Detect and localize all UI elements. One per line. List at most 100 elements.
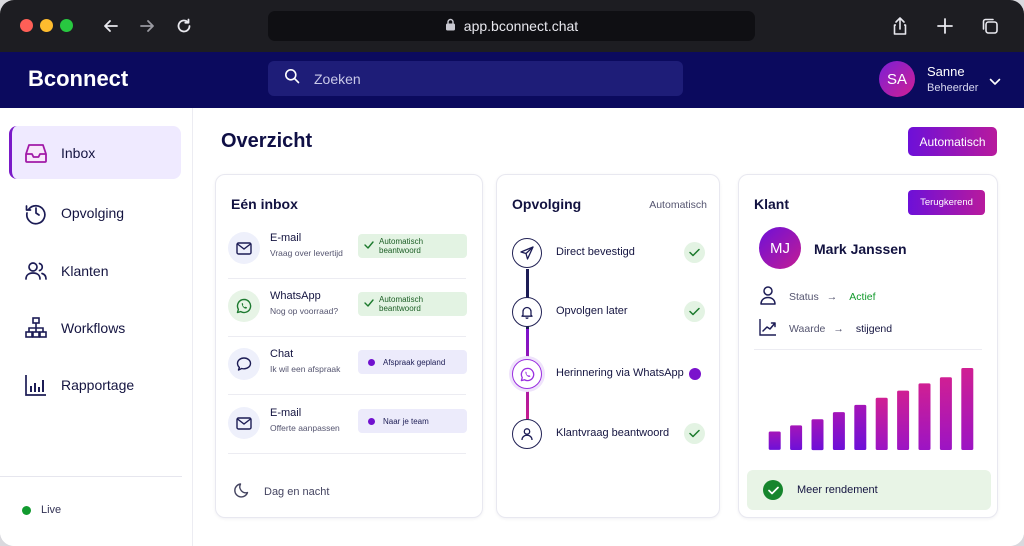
users-icon (23, 258, 49, 284)
check-icon (684, 423, 705, 444)
status-badge: Naar je team (358, 409, 467, 433)
terugkerend-badge[interactable]: Terugkerend (908, 190, 985, 215)
forward-arrow-icon[interactable] (135, 14, 159, 38)
followup-step[interactable]: Direct bevestigd (512, 238, 708, 270)
list-item[interactable]: E-mail Offerte aanpassen Naar je team (228, 396, 467, 454)
followup-step[interactable]: Opvolgen later (512, 297, 708, 329)
status-text: Automatisch beantwoord (379, 295, 424, 313)
followup-card: Opvolging Automatisch Direct bevestigd O… (496, 174, 720, 518)
status-badge: Automatisch beantwoord (358, 234, 467, 258)
share-icon[interactable] (888, 14, 912, 38)
inbox-message: Offerte aanpassen (270, 423, 340, 433)
sidebar-item-inbox[interactable]: Inbox (9, 126, 181, 179)
workflow-icon (23, 315, 49, 341)
followup-step[interactable]: Klantvraag beantwoord (512, 419, 708, 451)
sidebar-item-opvolging[interactable]: Opvolging (9, 186, 181, 239)
rendement-label: Meer rendement (797, 484, 878, 496)
status-text: Automatisch beantwoord (379, 237, 424, 255)
customer-card-title: Klant (754, 196, 789, 212)
new-tab-plus-icon[interactable] (933, 14, 957, 38)
inbox-channel: E-mail (270, 407, 302, 419)
inbox-card-title: Eén inbox (231, 196, 298, 212)
address-bar[interactable]: app.bconnect.chat (268, 11, 755, 41)
chart-bar (961, 368, 974, 450)
step-label: Klantvraag beantwoord (556, 427, 670, 439)
search-icon (284, 68, 300, 89)
url-text: app.bconnect.chat (463, 18, 579, 34)
step-label: Direct bevestigd (556, 246, 635, 258)
maximize-window-button[interactable] (60, 19, 73, 32)
list-item[interactable]: WhatsApp Nog op voorraad? Automatisch be… (228, 279, 467, 337)
customer-value-row: Waarde → stijgend (759, 318, 892, 339)
close-window-button[interactable] (20, 19, 33, 32)
whatsapp-icon (228, 290, 260, 322)
brand-logo[interactable]: Bconnect (28, 66, 128, 92)
status-text: Afspraak gepland (383, 357, 446, 367)
sidebar-item-label: Inbox (61, 144, 96, 161)
check-icon (684, 242, 705, 263)
list-item[interactable]: E-mail Vraag over levertijd Automatisch … (228, 221, 467, 279)
sidebar-divider (0, 476, 182, 477)
bar-chart-icon (23, 372, 49, 398)
step-label: Opvolgen later (556, 305, 628, 317)
chat-icon (228, 348, 260, 380)
sidebar-item-klanten[interactable]: Klanten (9, 244, 181, 297)
search-bar[interactable] (268, 61, 683, 96)
status-dot-icon (368, 417, 375, 425)
trend-up-icon (759, 318, 777, 339)
user-menu[interactable]: SA Sanne Beheerder (879, 61, 1001, 97)
status-badge: Afspraak gepland (358, 350, 467, 374)
check-circle-icon (763, 480, 783, 500)
tabs-overview-icon[interactable] (978, 14, 1002, 38)
live-status-label: Live (41, 504, 62, 516)
customer-card: Klant Terugkerend MJ Mark Janssen Status… (738, 174, 998, 518)
chart-bar (875, 397, 888, 450)
status-text: Naar je team (383, 416, 429, 426)
browser-toolbar: app.bconnect.chat (0, 0, 1024, 52)
value-value: stijgend (855, 322, 893, 335)
chart-bar (854, 404, 867, 450)
chevron-down-icon[interactable] (989, 73, 1001, 91)
user-icon (512, 419, 542, 449)
whatsapp-icon (512, 359, 542, 389)
page-title: Overzicht (221, 130, 313, 152)
sidebar-item-workflows[interactable]: Workflows (9, 301, 181, 354)
chart-bar (790, 425, 803, 450)
check-icon (364, 299, 374, 309)
chart-bar (918, 383, 931, 450)
avatar[interactable]: SA (879, 61, 915, 97)
sidebar-item-rapportage[interactable]: Rapportage (9, 358, 181, 411)
lock-icon (445, 18, 456, 34)
minimize-window-button[interactable] (40, 19, 53, 32)
clock-icon (23, 200, 49, 226)
customer-avatar: MJ (759, 227, 801, 269)
right-arrow-icon: → (833, 322, 844, 335)
search-input[interactable] (314, 70, 654, 87)
step-label: Herinnering via WhatsApp (556, 367, 684, 379)
bell-icon (512, 297, 542, 327)
status-badge: Automatisch beantwoord (358, 292, 467, 316)
reload-icon[interactable] (172, 14, 196, 38)
inbox-message: Vraag over levertijd (270, 248, 343, 258)
sidebar-item-label: Klanten (61, 262, 109, 279)
right-arrow-icon: → (826, 290, 838, 303)
check-icon (684, 301, 705, 322)
customer-status-row: Status → Actief (759, 285, 876, 308)
followup-step[interactable]: Herinnering via WhatsApp (512, 359, 708, 391)
inbox-message: Ik wil een afspraak (270, 364, 341, 374)
sidebar-item-label: Rapportage (61, 376, 135, 393)
chart-bar (939, 377, 952, 450)
check-icon (364, 241, 374, 251)
live-dot-icon (22, 505, 31, 515)
day-night-note: Dag en nacht (234, 481, 329, 502)
moon-icon (234, 481, 252, 502)
inbox-icon (23, 140, 49, 166)
inbox-card: Eén inbox E-mail Vraag over levertijd Au… (215, 174, 483, 518)
automatisch-button[interactable]: Automatisch (908, 127, 997, 156)
list-item[interactable]: Chat Ik wil een afspraak Afspraak geplan… (228, 337, 467, 395)
customer-divider (754, 349, 982, 350)
value-label: Waarde (789, 322, 826, 335)
sidebar-item-label: Opvolging (61, 204, 125, 221)
active-dot-icon (689, 368, 701, 380)
back-arrow-icon[interactable] (99, 14, 123, 38)
